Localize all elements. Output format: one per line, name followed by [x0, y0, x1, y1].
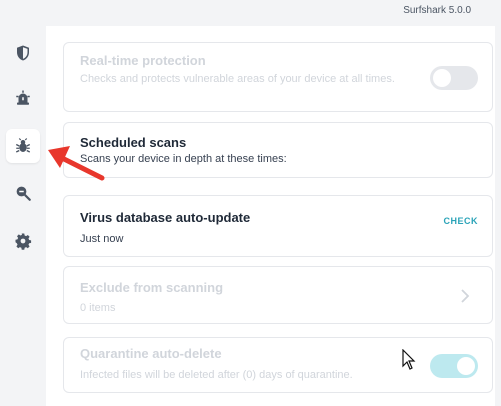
title-bar: Surfshark 5.0.0	[0, 0, 501, 26]
scheduled-scans-card[interactable]: Scheduled scans Scans your device in dep…	[63, 122, 493, 178]
realtime-protection-toggle[interactable]	[430, 66, 478, 90]
quarantine-toggle[interactable]	[430, 354, 478, 378]
sidebar-item-antivirus[interactable]	[6, 129, 40, 163]
quarantine-description: Infected files will be deleted after (0)…	[80, 369, 353, 381]
app-title: Surfshark 5.0.0	[403, 5, 471, 16]
search-icon	[16, 186, 31, 201]
alert-icon	[16, 90, 30, 105]
sidebar-item-vpn[interactable]	[6, 36, 40, 70]
gear-icon	[15, 233, 32, 250]
mouse-cursor-icon	[402, 349, 416, 370]
realtime-protection-description: Checks and protects vulnerable areas of …	[80, 73, 395, 85]
exclude-count: 0 items	[80, 302, 116, 314]
realtime-protection-title: Real-time protection	[80, 53, 206, 68]
shield-icon	[17, 45, 29, 61]
sidebar	[0, 26, 46, 406]
scheduled-scans-title: Scheduled scans	[80, 135, 187, 150]
sidebar-item-search[interactable]	[6, 176, 40, 210]
exclude-from-scanning-card: Exclude from scanning 0 items	[63, 266, 493, 324]
virus-database-title: Virus database auto-update	[80, 210, 251, 225]
realtime-protection-card: Real-time protection Checks and protects…	[63, 42, 493, 112]
scheduled-scans-description: Scans your device in depth at these time…	[80, 153, 287, 165]
bug-icon	[15, 138, 31, 153]
quarantine-title: Quarantine auto-delete	[80, 346, 222, 361]
toggle-knob	[433, 69, 451, 87]
toggle-knob	[457, 357, 475, 375]
quarantine-card: Quarantine auto-delete Infected files wi…	[63, 337, 493, 393]
exclude-title: Exclude from scanning	[80, 280, 224, 295]
virus-database-status: Just now	[80, 233, 124, 245]
virus-database-card: Virus database auto-update Just now CHEC…	[63, 195, 493, 257]
scrollbar-track[interactable]	[495, 26, 501, 406]
check-button[interactable]: CHECK	[443, 216, 478, 226]
sidebar-item-alert[interactable]	[6, 81, 40, 115]
settings-panel: Real-time protection Checks and protects…	[46, 26, 501, 406]
sidebar-item-settings[interactable]	[6, 224, 40, 258]
chevron-right-icon[interactable]	[460, 289, 470, 303]
